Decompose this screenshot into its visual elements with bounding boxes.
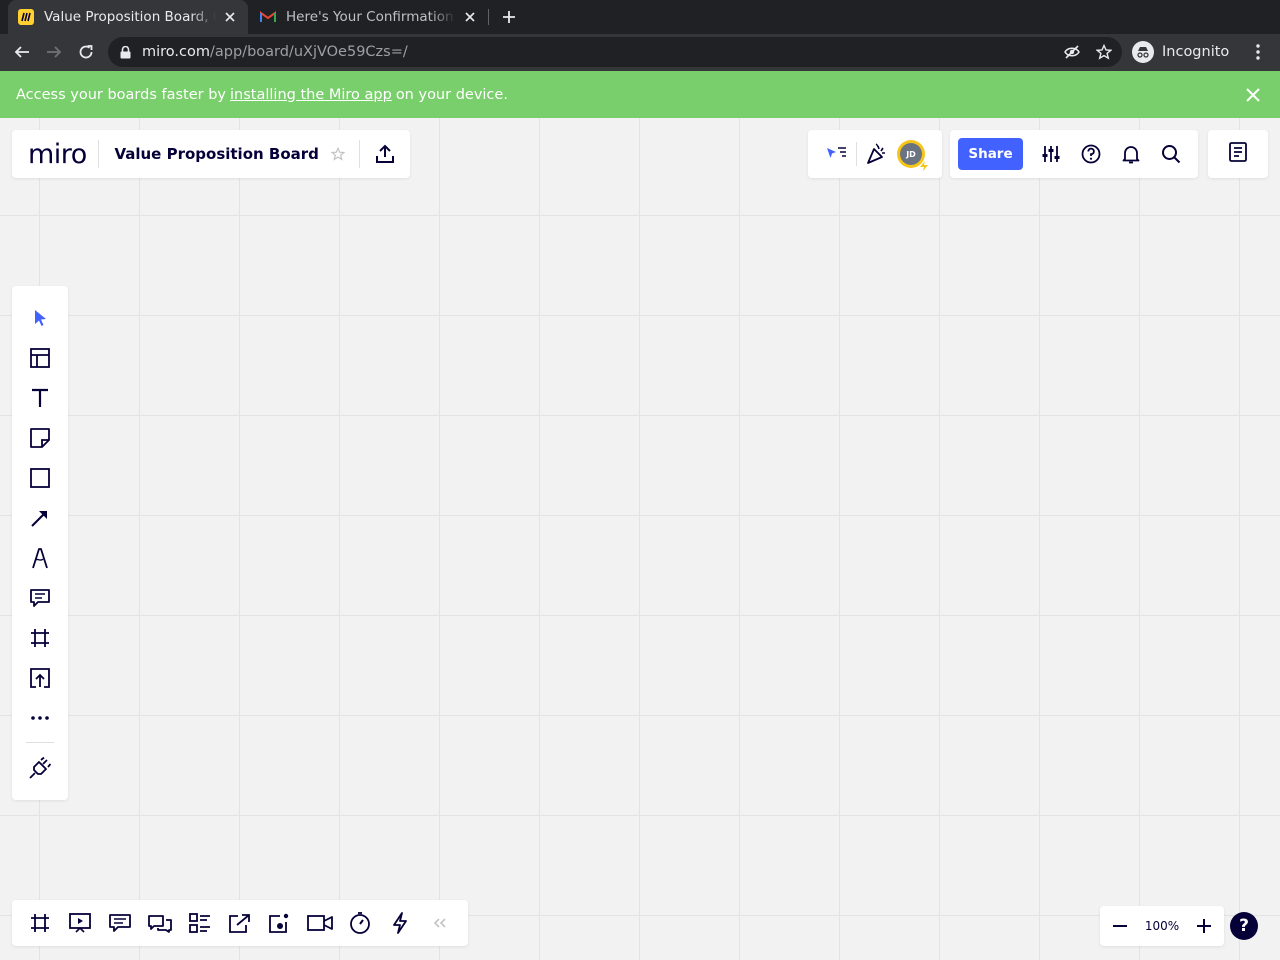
lightning-icon[interactable] xyxy=(380,903,420,943)
lock-icon xyxy=(120,44,134,60)
frame-icon[interactable] xyxy=(12,618,68,658)
board-actions-panel: Share xyxy=(950,130,1198,178)
frames-icon[interactable] xyxy=(20,903,60,943)
notes-icon[interactable] xyxy=(100,903,140,943)
eye-slash-icon[interactable] xyxy=(1064,44,1080,60)
text-icon[interactable] xyxy=(12,378,68,418)
collaboration-panel: JD xyxy=(808,130,942,178)
install-app-banner: Access your boards faster by installing … xyxy=(0,71,1280,118)
lightning-badge-icon xyxy=(920,161,928,171)
board-title[interactable]: Value Proposition Board xyxy=(114,145,318,163)
share-screen-icon[interactable] xyxy=(220,903,260,943)
forward-arrow-icon[interactable] xyxy=(41,40,67,64)
gmail-favicon-icon xyxy=(260,9,276,25)
zoom-controls: 100% xyxy=(1100,906,1224,946)
browser-menu-icon[interactable] xyxy=(1250,42,1266,62)
browser-tab-bar: Value Proposition Board, Online Whiteboa… xyxy=(0,0,1280,34)
bring-everyone-cursor-icon[interactable] xyxy=(816,134,856,174)
bottom-toolbar xyxy=(12,900,468,946)
help-question-icon[interactable] xyxy=(1071,134,1111,174)
apps-plug-icon[interactable] xyxy=(12,748,68,788)
chat-icon[interactable] xyxy=(140,903,180,943)
close-banner-icon[interactable] xyxy=(1244,86,1262,104)
help-button[interactable]: ? xyxy=(1230,912,1258,940)
tab-miro-board[interactable]: Value Proposition Board, Online Whiteboa… xyxy=(8,0,248,34)
timer-icon[interactable] xyxy=(340,903,380,943)
settings-sliders-icon[interactable] xyxy=(1031,134,1071,174)
select-icon[interactable] xyxy=(12,298,68,338)
back-arrow-icon[interactable] xyxy=(9,40,35,64)
new-tab-plus-icon[interactable] xyxy=(498,6,520,28)
incognito-icon xyxy=(1132,41,1154,63)
more-tools-icon[interactable] xyxy=(12,698,68,738)
video-call-icon[interactable] xyxy=(300,903,340,943)
connection-line-icon[interactable] xyxy=(12,498,68,538)
install-app-link[interactable]: installing the Miro app xyxy=(230,87,392,103)
share-button[interactable]: Share xyxy=(958,138,1023,170)
address-bar[interactable]: miro.com/app/board/uXjVOe59Czs=/ xyxy=(108,37,1122,67)
presentation-icon[interactable] xyxy=(60,903,100,943)
board-canvas[interactable] xyxy=(0,118,1280,960)
star-board-icon[interactable] xyxy=(331,146,346,162)
url-path: /app/board/uXjVOe59Czs=/ xyxy=(210,44,408,60)
export-board-icon[interactable] xyxy=(360,130,410,178)
bookmark-star-icon[interactable] xyxy=(1096,44,1112,60)
banner-text-before: Access your boards faster by xyxy=(16,86,227,103)
reload-icon[interactable] xyxy=(73,40,99,64)
collapse-toolbar-icon[interactable] xyxy=(420,903,460,943)
pen-icon[interactable] xyxy=(12,538,68,578)
divider xyxy=(97,140,99,168)
reactions-party-icon[interactable] xyxy=(857,134,897,174)
left-toolbar xyxy=(12,286,68,800)
tab-gmail[interactable]: Here's Your Confirmation Code xyxy=(250,0,488,34)
cards-icon[interactable] xyxy=(180,903,220,943)
incognito-profile-button[interactable]: Incognito xyxy=(1132,39,1229,65)
close-tab-icon[interactable] xyxy=(222,9,238,25)
search-icon[interactable] xyxy=(1151,134,1191,174)
close-tab-icon[interactable] xyxy=(462,9,478,25)
tab-divider xyxy=(488,9,489,25)
notifications-bell-icon[interactable] xyxy=(1111,134,1151,174)
divider xyxy=(26,742,54,743)
user-avatar[interactable]: JD xyxy=(897,140,928,171)
miro-favicon-icon xyxy=(18,9,34,25)
banner-text-after: on your device. xyxy=(395,86,508,103)
board-header-panel: miro Value Proposition Board xyxy=(12,130,410,178)
screen-record-icon[interactable] xyxy=(260,903,300,943)
shape-icon[interactable] xyxy=(12,458,68,498)
notes-document-icon[interactable] xyxy=(1229,142,1247,166)
templates-icon[interactable] xyxy=(12,338,68,378)
zoom-level[interactable]: 100% xyxy=(1140,919,1184,933)
zoom-in-icon[interactable] xyxy=(1184,906,1224,946)
zoom-out-icon[interactable] xyxy=(1100,906,1140,946)
miro-logo[interactable]: miro xyxy=(28,139,98,170)
upload-icon[interactable] xyxy=(12,658,68,698)
browser-toolbar: miro.com/app/board/uXjVOe59Czs=/ Incogni… xyxy=(0,34,1280,71)
profile-label: Incognito xyxy=(1162,44,1230,60)
url-domain: miro.com xyxy=(142,44,210,60)
sticky-note-icon[interactable] xyxy=(12,418,68,458)
board-notes-panel[interactable] xyxy=(1208,130,1268,178)
tab-title: Value Proposition Board, Online Whiteboa… xyxy=(44,9,216,25)
comment-icon[interactable] xyxy=(12,578,68,618)
tab-title: Here's Your Confirmation Code xyxy=(286,9,456,25)
